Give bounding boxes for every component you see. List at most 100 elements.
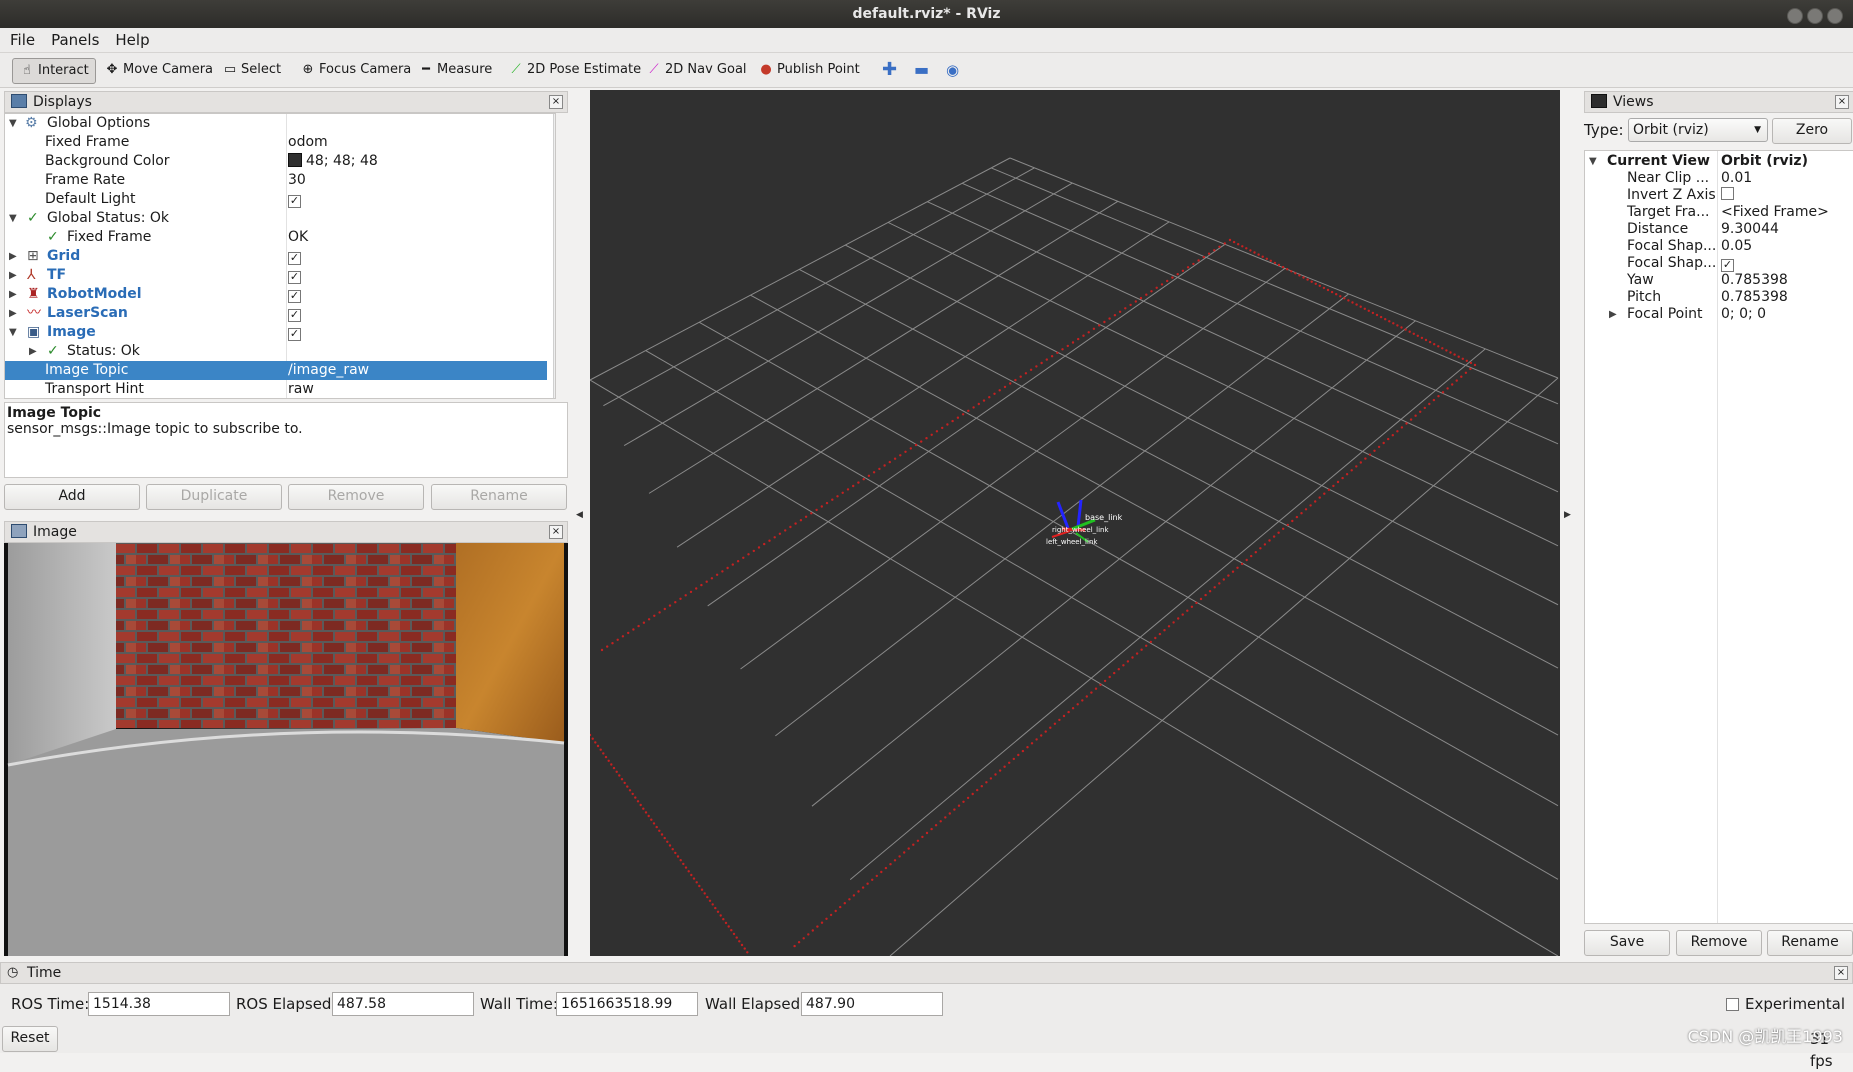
zero-button[interactable]: Zero: [1772, 118, 1852, 144]
tree-row-robot-model[interactable]: ▶ ♜ RobotModel ✓: [5, 285, 555, 304]
laser-point: [1363, 307, 1366, 310]
wall-time-field[interactable]: 1651663518.99: [556, 992, 698, 1016]
laser-point: [590, 733, 592, 737]
tree-row-fixed-frame[interactable]: Fixed Frame odom: [5, 133, 555, 152]
scrollbar-thumb[interactable]: [555, 130, 556, 362]
expand-arrow-icon[interactable]: ▼: [9, 114, 17, 133]
tree-row-laser-scan[interactable]: ▶ 〰 LaserScan ✓: [5, 304, 555, 323]
publish-point-tool[interactable]: ● Publish Point: [752, 58, 866, 82]
experimental-checkbox[interactable]: [1726, 998, 1739, 1011]
views-row-current-view[interactable]: ▼ Current View Orbit (rviz): [1585, 153, 1853, 170]
wall-elapsed-label: Wall Elapsed:: [705, 995, 806, 1013]
tree-row-global-status[interactable]: ▼ ✓ Global Status: Ok: [5, 209, 555, 228]
laser-point: [738, 940, 741, 943]
scene-3d[interactable]: base_link right_wheel_link left_wheel_li…: [590, 90, 1560, 956]
pose-estimate-tool[interactable]: ⟋ 2D Pose Estimate: [502, 58, 647, 82]
grid-line: [603, 167, 1035, 407]
rename-display-button[interactable]: Rename: [431, 484, 567, 510]
tree-row-background-color[interactable]: Background Color 48; 48; 48: [5, 152, 555, 171]
laser-point: [815, 508, 818, 512]
close-icon[interactable]: ×: [549, 95, 563, 109]
view-type-dropdown[interactable]: Orbit (rviz) ▼: [1628, 118, 1768, 142]
tree-row-image-status[interactable]: ▶ ✓ Status: Ok: [5, 342, 555, 361]
wall-elapsed-field[interactable]: 487.90: [801, 992, 943, 1016]
tree-row-status-fixed-frame[interactable]: ✓ Fixed Frame OK: [5, 228, 555, 247]
collapse-arrow-icon[interactable]: ▶: [9, 266, 17, 285]
views-row-pitch[interactable]: Pitch 0.785398: [1585, 289, 1853, 306]
nav-goal-tool[interactable]: ⟋ 2D Nav Goal: [640, 58, 753, 82]
grid-checkbox[interactable]: ✓: [288, 252, 301, 265]
expand-arrow-icon[interactable]: ▼: [9, 209, 17, 228]
expand-arrow-icon[interactable]: ▼: [1589, 153, 1597, 170]
collapse-arrow-icon[interactable]: ▶: [9, 304, 17, 323]
tree-row-image[interactable]: ▼ ▣ Image ✓: [5, 323, 555, 342]
tree-row-global-options[interactable]: ▼ ⚙ Global Options: [5, 114, 555, 133]
laser-scan-checkbox[interactable]: ✓: [288, 309, 301, 322]
laser-point: [594, 741, 597, 744]
views-row-focal-shape-fixed[interactable]: Focal Shap... ✓: [1585, 255, 1853, 272]
close-icon[interactable]: ×: [1834, 966, 1848, 980]
image-checkbox[interactable]: ✓: [288, 328, 301, 341]
laser-point: [1437, 345, 1440, 348]
tree-row-default-light[interactable]: Default Light ✓: [5, 190, 555, 209]
interact-tool[interactable]: ☝ Interact: [12, 58, 96, 84]
remove-tool-button[interactable]: ▬: [908, 58, 935, 82]
maximize-button[interactable]: [1807, 8, 1823, 24]
collapse-right-icon[interactable]: ▶: [1564, 510, 1571, 520]
views-row-focal-point[interactable]: ▶ Focal Point 0; 0; 0: [1585, 306, 1853, 323]
collapse-arrow-icon[interactable]: ▶: [29, 342, 37, 361]
measure-tool[interactable]: ━ Measure: [412, 58, 498, 82]
menu-panels[interactable]: Panels: [43, 28, 107, 52]
tree-row-grid[interactable]: ▶ ⊞ Grid ✓: [5, 247, 555, 266]
collapse-arrow-icon[interactable]: ▶: [9, 247, 17, 266]
default-light-checkbox[interactable]: ✓: [288, 195, 301, 208]
menu-help[interactable]: Help: [107, 28, 157, 52]
views-row-distance[interactable]: Distance 9.30044: [1585, 221, 1853, 238]
displays-panel-header: Displays ×: [4, 91, 568, 113]
laser-point: [807, 933, 810, 936]
laser-point: [1237, 243, 1240, 246]
focal-shape-checkbox[interactable]: ✓: [1721, 259, 1734, 272]
select-tool[interactable]: ▭ Select: [216, 58, 287, 82]
robot-model-checkbox[interactable]: ✓: [288, 290, 301, 303]
render-viewport[interactable]: base_link right_wheel_link left_wheel_li…: [590, 90, 1560, 956]
collapse-arrow-icon[interactable]: ▶: [9, 285, 17, 304]
tf-checkbox[interactable]: ✓: [288, 271, 301, 284]
tool-properties-button[interactable]: ◉: [940, 58, 965, 82]
reset-button[interactable]: Reset: [2, 1026, 58, 1052]
ros-time-field[interactable]: 1514.38: [88, 992, 230, 1016]
views-row-yaw[interactable]: Yaw 0.785398: [1585, 272, 1853, 289]
duplicate-display-button[interactable]: Duplicate: [146, 484, 282, 510]
close-button[interactable]: [1827, 8, 1843, 24]
views-row-target-frame[interactable]: Target Fra... <Fixed Frame>: [1585, 204, 1853, 221]
views-row-invert-z[interactable]: Invert Z Axis: [1585, 187, 1853, 204]
laser-point: [1408, 330, 1411, 333]
remove-view-button[interactable]: Remove: [1676, 930, 1762, 956]
rename-view-button[interactable]: Rename: [1767, 930, 1853, 956]
invert-z-checkbox[interactable]: [1721, 187, 1734, 200]
expand-arrow-icon[interactable]: ▼: [9, 323, 17, 342]
laser-point: [976, 788, 979, 792]
remove-display-button[interactable]: Remove: [288, 484, 424, 510]
tree-row-tf[interactable]: ▶ ⅄ TF ✓: [5, 266, 555, 285]
tree-scrollbar[interactable]: ▲ ▼: [553, 114, 556, 398]
collapse-left-icon[interactable]: ◀: [576, 510, 583, 520]
collapse-arrow-icon[interactable]: ▶: [1609, 306, 1617, 323]
laser-point: [604, 755, 608, 759]
move-camera-tool[interactable]: ✥ Move Camera: [98, 58, 219, 82]
views-row-focal-shape-size[interactable]: Focal Shap... 0.05: [1585, 238, 1853, 255]
close-icon[interactable]: ×: [549, 525, 563, 539]
close-icon[interactable]: ×: [1835, 95, 1849, 109]
tree-row-image-topic[interactable]: Image Topic/image_raw: [5, 361, 547, 380]
grid-line: [698, 321, 1559, 807]
tree-row-transport-hint[interactable]: Transport Hint raw: [5, 380, 555, 398]
add-tool-button[interactable]: ✚: [876, 58, 903, 82]
save-view-button[interactable]: Save: [1584, 930, 1670, 956]
add-display-button[interactable]: Add: [4, 484, 140, 510]
ros-elapsed-field[interactable]: 487.58: [332, 992, 474, 1016]
focus-camera-tool[interactable]: ⊕ Focus Camera: [294, 58, 417, 82]
menu-file[interactable]: File: [0, 28, 43, 52]
minimize-button[interactable]: [1787, 8, 1803, 24]
tree-row-frame-rate[interactable]: Frame Rate 30: [5, 171, 555, 190]
views-row-near-clip[interactable]: Near Clip ... 0.01: [1585, 170, 1853, 187]
